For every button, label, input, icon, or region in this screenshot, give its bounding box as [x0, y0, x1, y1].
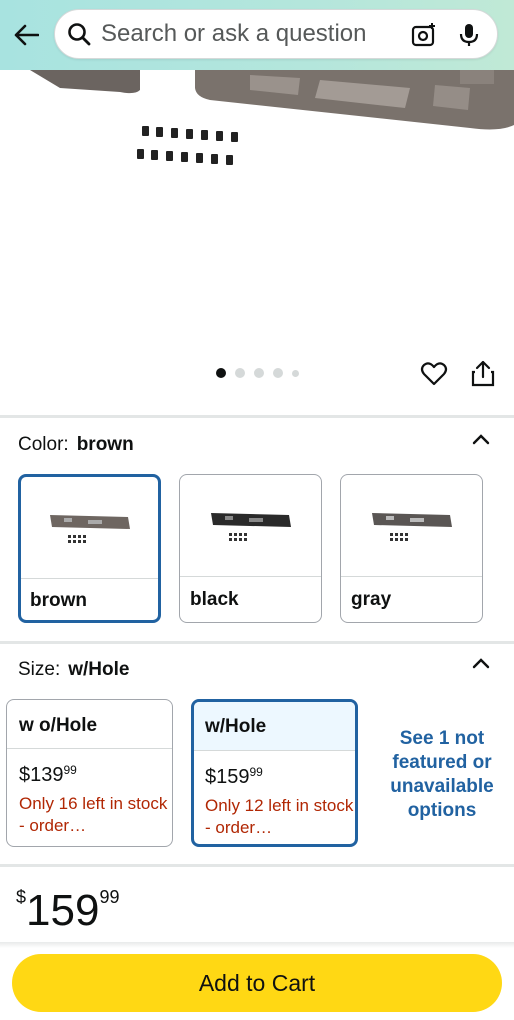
swatch-label: brown [30, 590, 87, 611]
see-more-options-link[interactable]: See 1 not featured or unavailable option… [376, 727, 508, 823]
size-label: Size: [18, 659, 61, 680]
size-option-price: $13999 [19, 763, 77, 786]
microphone-icon[interactable] [457, 22, 481, 48]
product-price: $15999 [16, 886, 119, 936]
size-option-with-hole[interactable]: w/Hole $15999 Only 12 left in stock - or… [191, 699, 358, 847]
color-option-brown[interactable]: brown [18, 474, 161, 623]
size-heading: Size: w/Hole [18, 659, 129, 681]
price-currency: $ [16, 887, 27, 907]
color-option-black[interactable]: black [179, 474, 322, 623]
price-dollars: 139 [30, 764, 64, 786]
size-selected-value: w/Hole [68, 659, 130, 680]
search-bar[interactable] [54, 9, 498, 59]
divider [0, 415, 514, 418]
divider [0, 641, 514, 644]
swatch-label: black [190, 589, 239, 610]
add-to-cart-button[interactable]: Add to Cart [12, 954, 502, 1012]
stock-status: Only 12 left in stock - order… [205, 796, 354, 837]
chevron-up-icon[interactable] [472, 657, 490, 669]
swatch-label: gray [351, 589, 392, 610]
product-image-gallery[interactable] [0, 70, 514, 415]
search-icon [68, 23, 91, 46]
camera-search-icon[interactable] [411, 22, 437, 48]
gallery-dot[interactable] [234, 368, 245, 378]
size-option-without-hole[interactable]: w o/Hole $13999 Only 16 left in stock - … [6, 699, 173, 847]
heart-icon[interactable] [420, 360, 448, 388]
stock-status: Only 16 left in stock - order… [19, 794, 168, 835]
price-cents: 99 [249, 765, 263, 779]
price-dollars: 159 [26, 886, 100, 935]
divider [0, 942, 514, 948]
gallery-dot[interactable] [272, 368, 283, 378]
price-cents: 99 [63, 763, 77, 777]
gallery-dot[interactable] [253, 368, 264, 378]
color-selected-value: brown [76, 434, 134, 455]
divider [0, 864, 514, 867]
top-bar [0, 0, 514, 70]
swatch-thumbnail [180, 475, 321, 577]
size-option-name: w/Hole [194, 702, 355, 751]
price-cents: 99 [99, 887, 120, 907]
price-dollars: 159 [216, 766, 250, 788]
swatch-thumbnail [21, 477, 158, 579]
color-option-gray[interactable]: gray [340, 474, 483, 623]
product-image [30, 70, 514, 165]
size-option-price: $15999 [205, 765, 263, 788]
swatch-thumbnail [341, 475, 482, 577]
gallery-dot[interactable] [291, 369, 299, 377]
search-input[interactable] [101, 20, 391, 48]
chevron-up-icon[interactable] [472, 433, 490, 445]
color-heading: Color: brown [18, 434, 134, 456]
back-arrow-icon[interactable] [4, 13, 48, 57]
share-icon[interactable] [470, 360, 496, 388]
color-label: Color: [18, 434, 69, 455]
size-option-name: w o/Hole [7, 700, 172, 749]
gallery-dot[interactable] [215, 368, 226, 378]
